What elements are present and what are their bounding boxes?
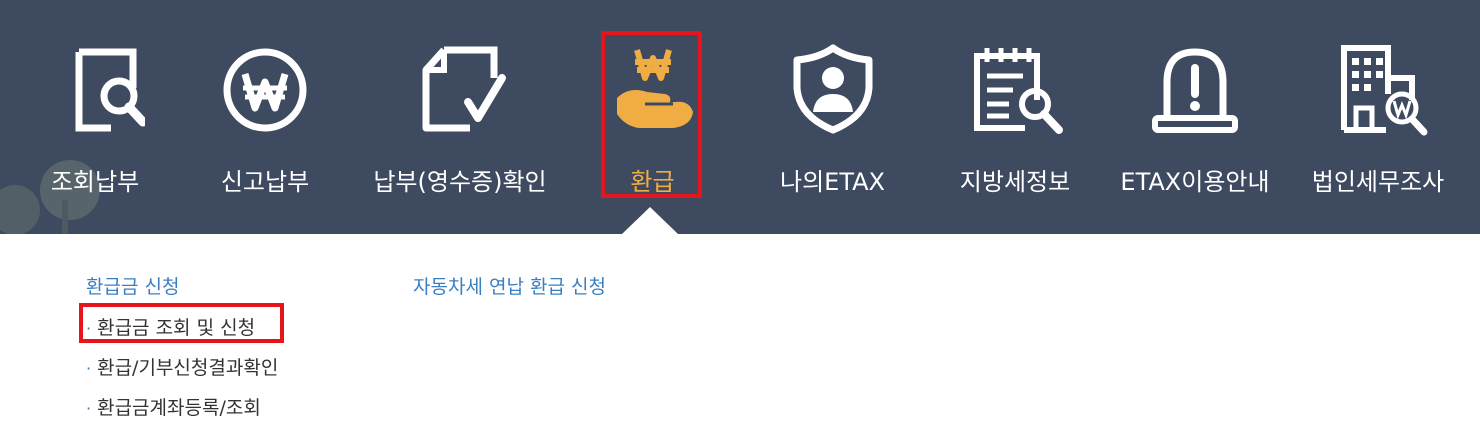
nav-label: 신고납부 <box>220 168 310 196</box>
receipt-check-icon <box>422 46 506 132</box>
top-navigation: 조회납부 신고납부 납부(영수증)확인 환급 나의ETAX 지방세정보 ETAX… <box>0 0 1480 234</box>
user-shield-icon <box>793 44 872 134</box>
nav-label: 납부(영수증)확인 <box>373 168 547 196</box>
submenu-link-refund-account[interactable]: · 환급금계좌등록/조회 <box>86 393 261 420</box>
nav-label: 법인세무조사 <box>1311 168 1445 196</box>
active-menu-highlight <box>601 31 702 198</box>
bullet-icon: · <box>86 359 92 378</box>
nav-label: 조회납부 <box>50 168 140 196</box>
active-menu-pointer <box>622 207 678 234</box>
nav-item-inquiry-payment[interactable]: 조회납부 <box>20 0 170 234</box>
submenu-title-refund-request[interactable]: 환급금 신청 <box>86 272 179 299</box>
building-won-search-icon <box>1341 45 1428 136</box>
nav-label: 지방세정보 <box>959 168 1071 196</box>
submenu-link-label: 환급금계좌등록/조회 <box>97 397 261 419</box>
bullet-icon: · <box>86 399 92 418</box>
nav-label: 나의ETAX <box>780 168 885 196</box>
nav-item-etax-guide[interactable]: ETAX이용안내 <box>1105 0 1285 234</box>
submenu-highlight <box>79 303 284 343</box>
alert-beacon-icon <box>1152 48 1238 133</box>
submenu-link-label: 환급/기부신청결과확인 <box>97 357 279 379</box>
submenu-title-auto-tax-refund[interactable]: 자동차세 연납 환급 신청 <box>413 272 606 299</box>
nav-item-my-etax[interactable]: 나의ETAX <box>760 0 905 234</box>
nav-label: ETAX이용안내 <box>1120 168 1270 196</box>
nav-item-corporate-tax-audit[interactable]: 법인세무조사 <box>1298 0 1458 234</box>
won-circle-icon <box>223 48 307 132</box>
notepad-search-icon <box>974 48 1063 134</box>
submenu-link-refund-result[interactable]: · 환급/기부신청결과확인 <box>86 353 278 380</box>
nav-item-receipt-check[interactable]: 납부(영수증)확인 <box>355 0 565 234</box>
nav-item-local-tax-info[interactable]: 지방세정보 <box>940 0 1090 234</box>
nav-item-report-payment[interactable]: 신고납부 <box>190 0 340 234</box>
search-document-icon <box>75 48 145 132</box>
